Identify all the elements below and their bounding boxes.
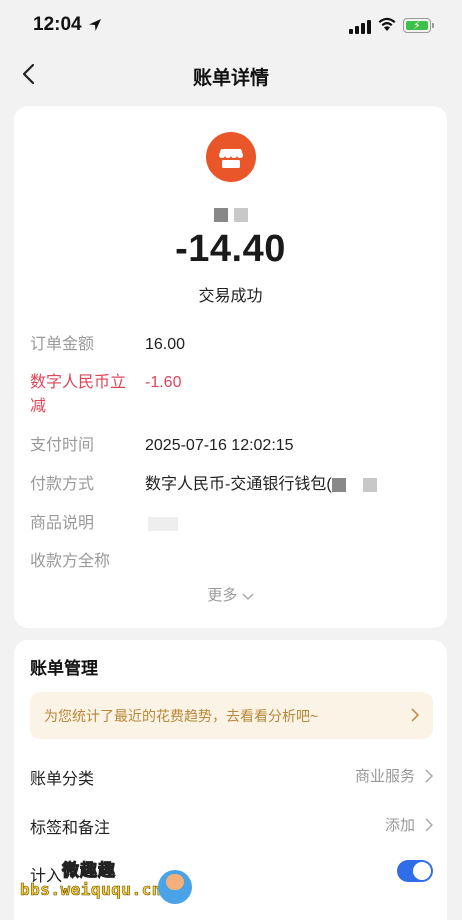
pay-method-text: 数字人民币-交通银行钱包( xyxy=(145,476,332,493)
detail-row-pay-time: 支付时间 2025-07-16 12:02:15 xyxy=(30,434,431,458)
tags-value: 添加 xyxy=(384,817,415,834)
tags-label: 标签和备注 xyxy=(30,820,111,837)
page-title: 账单详情 xyxy=(192,68,269,89)
detail-label: 订单金额 xyxy=(30,336,95,353)
status-bar: 12:04 ⚡ xyxy=(0,0,462,52)
nav-bar: 账单详情 xyxy=(0,52,462,98)
tags-notes-row[interactable]: 标签和备注 添加 xyxy=(30,811,433,841)
detail-row-payee-name: 收款方全称 xyxy=(30,550,431,574)
watermark-url: bbs.weiququ.cn xyxy=(20,880,162,900)
toggle-knob xyxy=(413,862,431,880)
redacted-block xyxy=(331,477,346,492)
redacted-block xyxy=(148,516,178,531)
status-time: 12:04 xyxy=(33,14,82,35)
more-toggle[interactable]: 更多 xyxy=(14,584,447,605)
watermark: 微趣趣 bbs.weiququ.cn xyxy=(20,856,200,912)
watermark-title: 微趣趣 xyxy=(62,861,116,881)
detail-label: 付款方式 xyxy=(30,476,95,493)
detail-label: 收款方全称 xyxy=(30,553,111,570)
detail-label: 商品说明 xyxy=(30,515,95,532)
detail-row-pay-method: 付款方式 数字人民币-交通银行钱包( xyxy=(30,473,431,497)
transaction-card: -14.40 交易成功 订单金额 16.00 数字人民币立减 -1.60 支付时… xyxy=(14,106,447,628)
category-value: 商业服务 xyxy=(354,768,415,785)
detail-row-product-desc: 商品说明 xyxy=(30,512,431,536)
more-label: 更多 xyxy=(207,587,238,604)
wifi-icon xyxy=(378,17,396,31)
battery-cap xyxy=(432,23,434,28)
detail-value xyxy=(145,512,181,536)
chevron-down-icon xyxy=(242,593,254,601)
cellular-signal-icon xyxy=(349,20,373,34)
detail-value: -1.60 xyxy=(145,374,182,391)
location-arrow-icon xyxy=(89,19,101,31)
detail-value: 数字人民币-交通银行钱包( xyxy=(145,473,380,497)
section-title: 账单管理 xyxy=(30,659,98,678)
chevron-right-icon xyxy=(425,769,433,783)
detail-label: 支付时间 xyxy=(30,437,95,454)
detail-value: 2025-07-16 12:02:15 xyxy=(145,437,294,454)
category-label: 账单分类 xyxy=(30,771,95,788)
count-in-toggle[interactable] xyxy=(397,860,433,882)
transaction-amount: -14.40 xyxy=(175,228,286,270)
detail-label: 数字人民币立减 xyxy=(30,374,127,415)
spending-trend-banner[interactable]: 为您统计了最近的花费趋势，去看看分析吧~ xyxy=(30,692,433,739)
merchant-name-redacted xyxy=(14,206,447,226)
merchant-shop-icon xyxy=(206,132,256,182)
redacted-block xyxy=(362,477,377,492)
battery-icon: ⚡ xyxy=(403,18,431,33)
transaction-status: 交易成功 xyxy=(198,288,263,305)
detail-row-order-amount: 订单金额 16.00 xyxy=(30,333,431,357)
detail-row-discount: 数字人民币立减 -1.60 xyxy=(30,371,431,419)
trend-banner-text: 为您统计了最近的花费趋势，去看看分析吧~ xyxy=(44,708,319,724)
bill-category-row[interactable]: 账单分类 商业服务 xyxy=(30,762,433,792)
chevron-right-icon xyxy=(425,818,433,832)
detail-value: 16.00 xyxy=(145,336,186,353)
chevron-right-icon xyxy=(411,708,419,722)
watermark-mascot-icon xyxy=(158,870,192,904)
